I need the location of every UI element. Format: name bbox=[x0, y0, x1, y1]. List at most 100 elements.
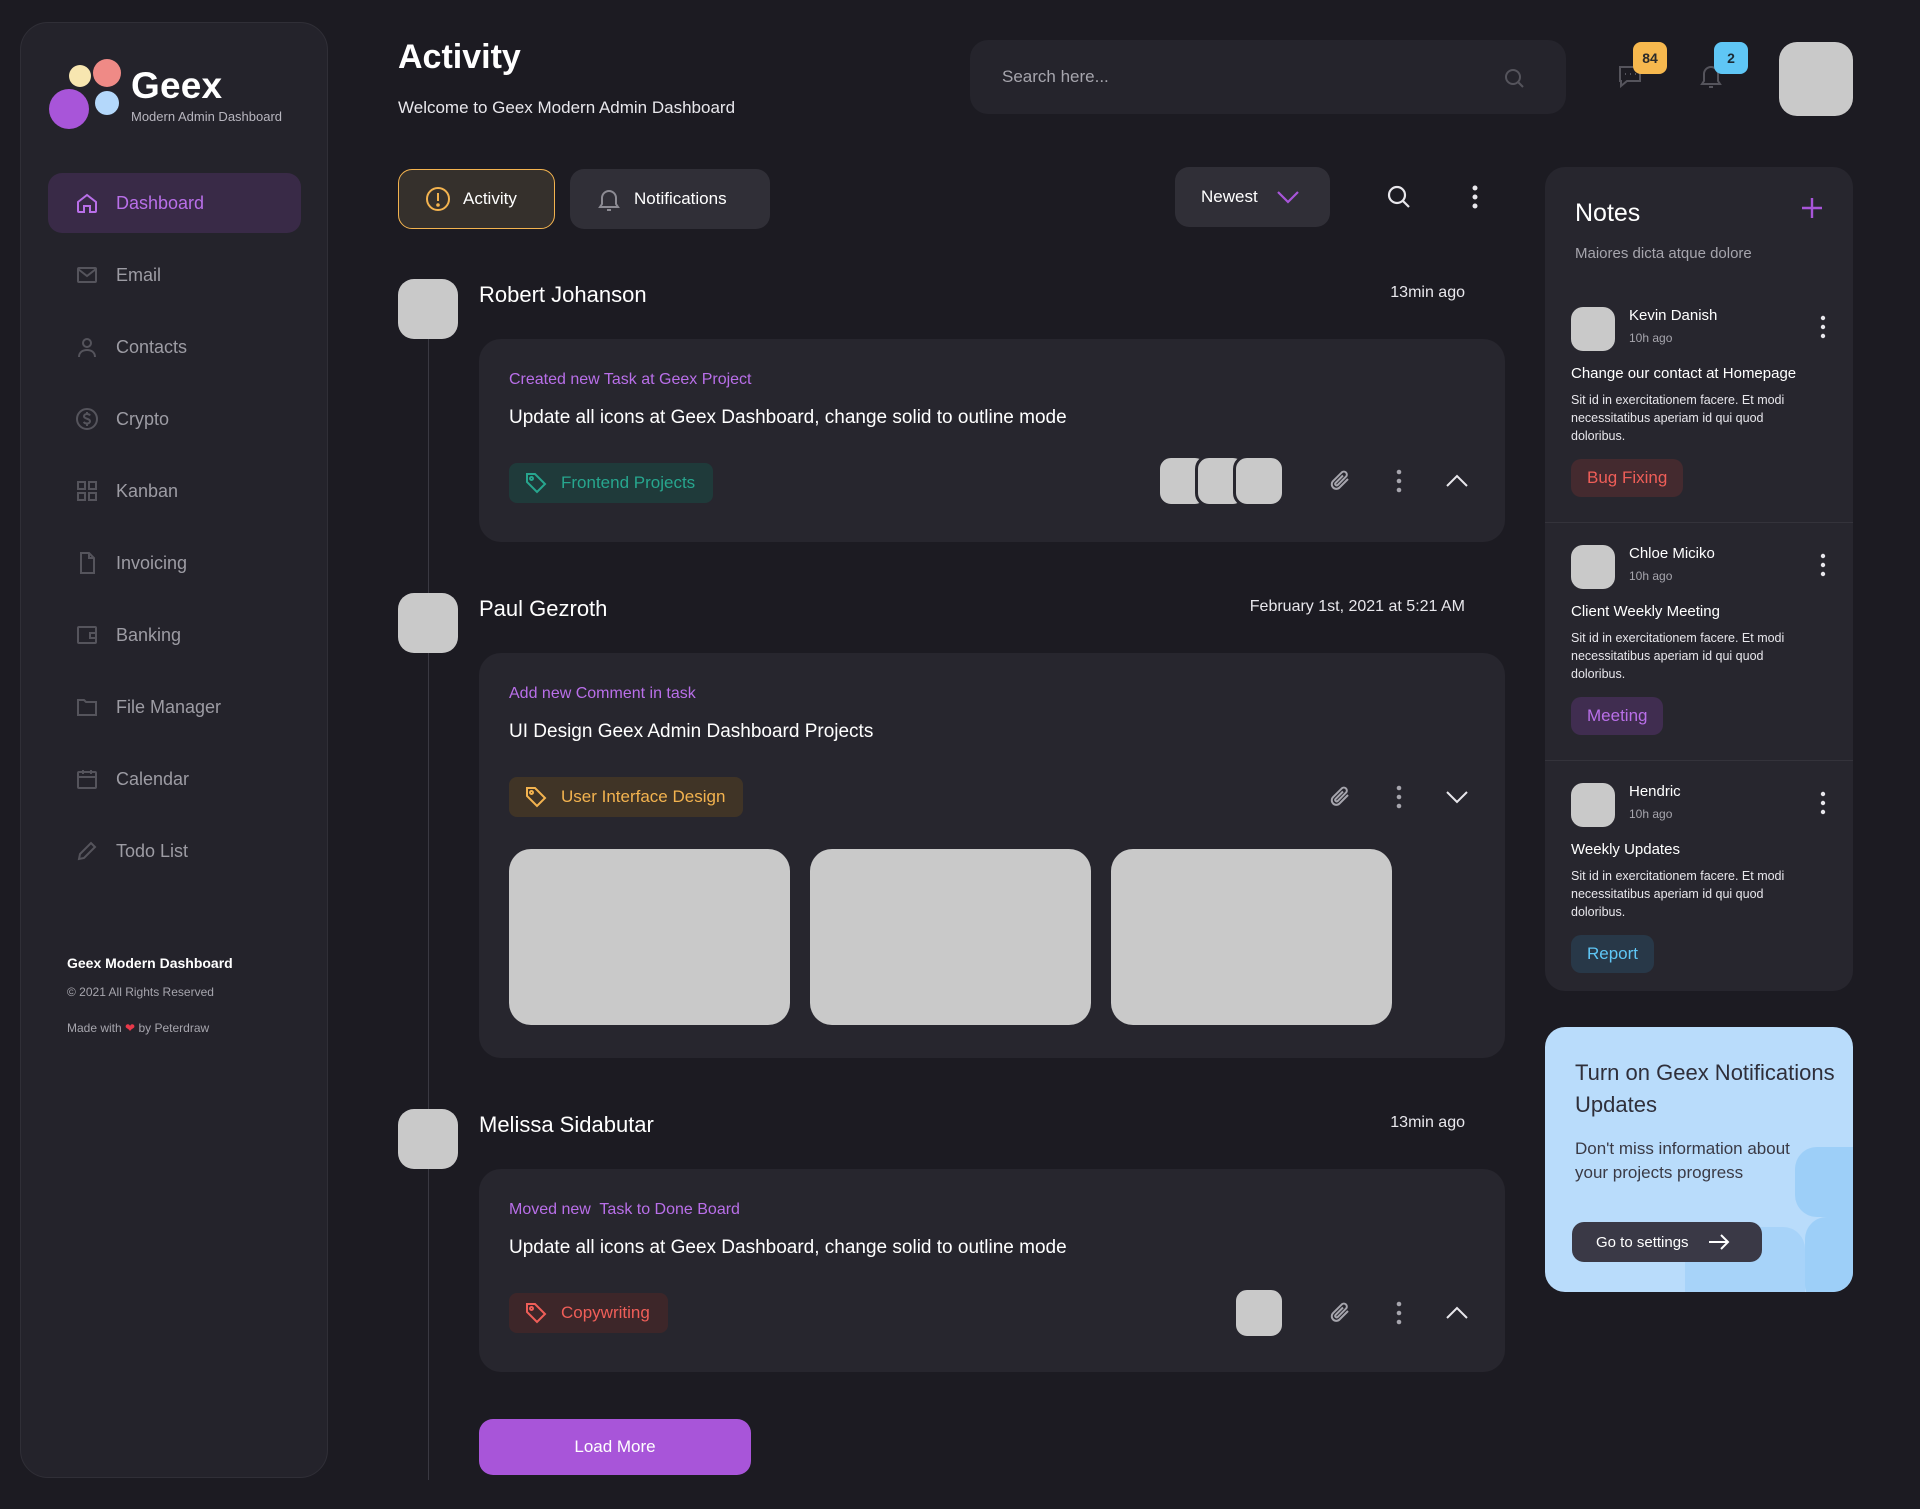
sidebar-item-crypto[interactable]: Crypto bbox=[48, 389, 301, 449]
plus-icon[interactable] bbox=[1799, 195, 1825, 226]
page-subtitle: Welcome to Geex Modern Admin Dashboard bbox=[398, 98, 736, 117]
arrow-right-icon bbox=[1707, 1233, 1731, 1251]
activity-time: February 1st, 2021 at 5:21 AM bbox=[1249, 598, 1465, 615]
more-vertical-icon[interactable] bbox=[1381, 779, 1417, 815]
note-item[interactable]: Hendric 10h ago Weekly Updates Sit id in… bbox=[1545, 783, 1853, 991]
sidebar-item-calendar[interactable]: Calendar bbox=[48, 749, 301, 809]
tag-bug-fixing[interactable]: Bug Fixing bbox=[1571, 459, 1684, 497]
avatar-stack[interactable] bbox=[1157, 455, 1285, 507]
sidebar-nav: Dashboard Email Contacts Crypto Kanban I… bbox=[48, 173, 301, 893]
go-to-settings-button[interactable]: Go to settings bbox=[1572, 1222, 1762, 1262]
activity-card: Moved new Task to Done Board Update all … bbox=[479, 1169, 1505, 1372]
footer-credit-prefix: Made with bbox=[67, 1021, 122, 1035]
avatar bbox=[1233, 1287, 1285, 1339]
more-vertical-icon[interactable] bbox=[1819, 791, 1827, 820]
timeline-line bbox=[428, 290, 429, 1480]
promo-title: Turn on Geex Notifications Updates bbox=[1575, 1060, 1835, 1117]
note-item[interactable]: Chloe Miciko 10h ago Client Weekly Meeti… bbox=[1545, 545, 1853, 783]
sidebar-item-dashboard[interactable]: Dashboard bbox=[48, 173, 301, 233]
user-avatar[interactable] bbox=[1779, 42, 1853, 116]
paperclip-icon[interactable] bbox=[1323, 1295, 1359, 1331]
home-icon bbox=[74, 190, 100, 216]
sidebar-item-label: Invoicing bbox=[116, 552, 188, 573]
calendar-icon bbox=[74, 766, 100, 792]
note-time: 10h ago bbox=[1629, 569, 1673, 583]
sidebar-item-invoicing[interactable]: Invoicing bbox=[48, 533, 301, 593]
tag-label: User Interface Design bbox=[561, 787, 726, 806]
activity-author: Melissa Sidabutar bbox=[479, 1112, 654, 1137]
dollar-coin-icon bbox=[74, 406, 100, 432]
card-actions bbox=[1157, 455, 1475, 507]
sidebar-item-label: Calendar bbox=[116, 768, 190, 789]
sidebar-item-label: Crypto bbox=[116, 408, 170, 429]
tag-copywriting[interactable]: Copywriting bbox=[509, 1293, 668, 1333]
avatar[interactable] bbox=[398, 593, 458, 653]
search-icon[interactable] bbox=[1386, 184, 1412, 215]
app-tagline: Modern Admin Dashboard bbox=[131, 109, 283, 124]
tab-notifications[interactable]: Notifications bbox=[570, 169, 770, 229]
tag-label: Copywriting bbox=[561, 1303, 650, 1322]
sidebar-item-banking[interactable]: Banking bbox=[48, 605, 301, 665]
note-item[interactable]: Kevin Danish 10h ago Change our contact … bbox=[1545, 307, 1853, 545]
avatar bbox=[1571, 783, 1615, 827]
more-vertical-icon[interactable] bbox=[1381, 463, 1417, 499]
avatar[interactable] bbox=[398, 279, 458, 339]
tag-frontend-projects[interactable]: Frontend Projects bbox=[509, 463, 714, 503]
tag-user-interface-design[interactable]: User Interface Design bbox=[509, 777, 744, 817]
load-more-button[interactable]: Load More bbox=[479, 1419, 751, 1475]
image-thumbnail[interactable] bbox=[1111, 849, 1392, 1025]
sidebar-item-email[interactable]: Email bbox=[48, 245, 301, 305]
notes-subtitle: Maiores dicta atque dolore bbox=[1575, 245, 1752, 262]
chevron-down-icon[interactable] bbox=[1439, 779, 1475, 815]
activity-time: 13min ago bbox=[1390, 1114, 1465, 1131]
note-time: 10h ago bbox=[1629, 331, 1673, 345]
more-vertical-icon[interactable] bbox=[1819, 315, 1827, 344]
sidebar-item-file-manager[interactable]: File Manager bbox=[48, 677, 301, 737]
chevron-up-icon[interactable] bbox=[1439, 463, 1475, 499]
activity-card: Created new Task at Geex Project Update … bbox=[479, 339, 1505, 542]
note-heading: Weekly Updates bbox=[1571, 841, 1680, 858]
promo-body: Don't miss information about your projec… bbox=[1575, 1139, 1790, 1182]
avatar[interactable] bbox=[398, 1109, 458, 1169]
more-vertical-icon[interactable] bbox=[1465, 184, 1485, 215]
paperclip-icon[interactable] bbox=[1323, 779, 1359, 815]
avatar bbox=[1571, 307, 1615, 351]
avatar bbox=[1233, 455, 1285, 507]
tab-activity[interactable]: Activity bbox=[398, 169, 555, 229]
image-thumbnail[interactable] bbox=[810, 849, 1091, 1025]
more-vertical-icon[interactable] bbox=[1381, 1295, 1417, 1331]
chevron-up-icon[interactable] bbox=[1439, 1295, 1475, 1331]
activity-kicker: Moved new Task to Done Board bbox=[509, 1201, 740, 1218]
avatar-stack[interactable] bbox=[1233, 1287, 1285, 1339]
pencil-icon bbox=[74, 838, 100, 864]
sidebar-item-kanban[interactable]: Kanban bbox=[48, 461, 301, 521]
chevron-down-icon bbox=[1276, 189, 1300, 205]
geex-logo-mark bbox=[49, 59, 125, 131]
sidebar-item-label: Banking bbox=[116, 624, 182, 645]
divider bbox=[1545, 760, 1853, 761]
paperclip-icon[interactable] bbox=[1323, 463, 1359, 499]
search-icon[interactable] bbox=[1502, 66, 1526, 95]
app-name: Geex bbox=[131, 65, 223, 106]
user-icon bbox=[74, 334, 100, 360]
sidebar-item-contacts[interactable]: Contacts bbox=[48, 317, 301, 377]
tag-icon bbox=[525, 786, 547, 808]
messages-badge: 84 bbox=[1633, 42, 1667, 74]
sort-dropdown[interactable]: Newest bbox=[1175, 167, 1330, 227]
tag-meeting[interactable]: Meeting bbox=[1571, 697, 1664, 735]
activity-kicker: Add new Comment in task bbox=[509, 685, 696, 702]
image-thumbnail[interactable] bbox=[509, 849, 790, 1025]
sidebar-item-todo-list[interactable]: Todo List bbox=[48, 821, 301, 881]
activity-card: Add new Comment in task UI Design Geex A… bbox=[479, 653, 1505, 1058]
more-vertical-icon[interactable] bbox=[1819, 553, 1827, 582]
heart-icon: ❤ bbox=[125, 1021, 136, 1035]
search-input[interactable] bbox=[1002, 67, 1482, 87]
notification-promo-card: Turn on Geex Notifications Updates Don't… bbox=[1545, 1027, 1853, 1292]
card-actions bbox=[1301, 779, 1475, 815]
logo[interactable]: Geex Modern Admin Dashboard bbox=[49, 59, 309, 139]
tag-report[interactable]: Report bbox=[1571, 935, 1655, 973]
sidebar-footer: Geex Modern Dashboard © 2021 All Rights … bbox=[67, 955, 233, 1035]
sidebar-item-label: Contacts bbox=[116, 336, 188, 357]
search-bar bbox=[970, 40, 1566, 114]
sidebar-item-label: File Manager bbox=[116, 696, 222, 717]
